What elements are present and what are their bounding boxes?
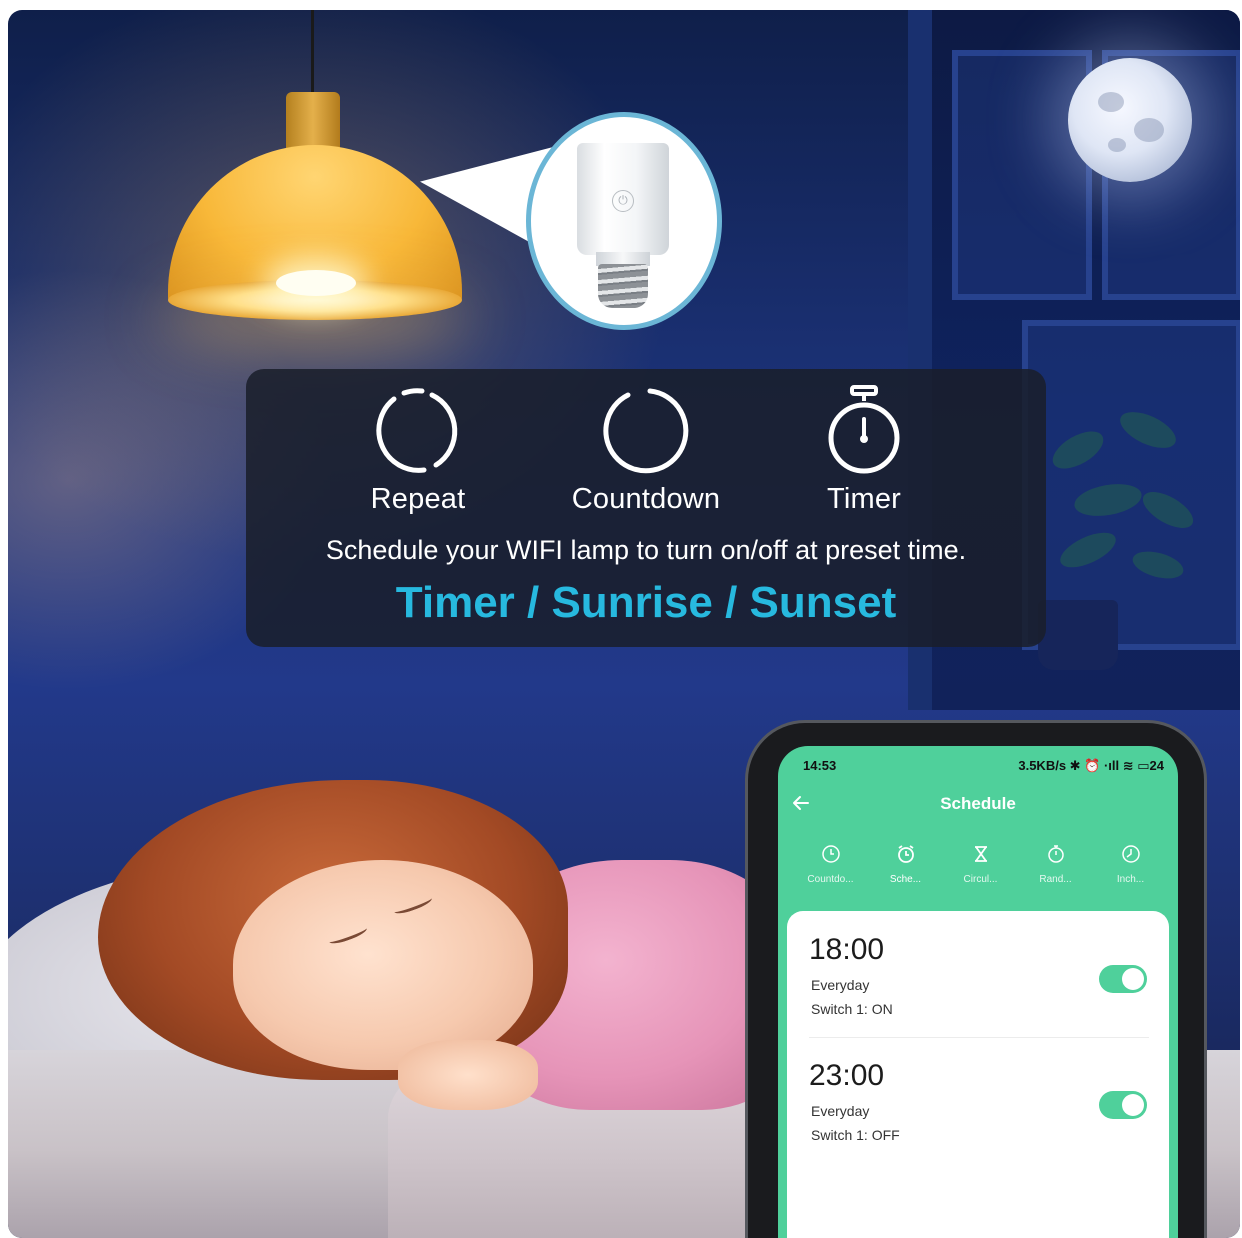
tab-random[interactable]: Rand... — [1018, 844, 1093, 885]
adapter-screw-base — [598, 264, 648, 308]
plant — [1052, 412, 1194, 579]
tab-countdown-label: Countdo... — [807, 874, 854, 885]
stopwatch-icon — [828, 385, 900, 474]
repeat-icon — [376, 388, 458, 473]
status-bar: 14:53 3.5KB/s ✱ ⏰ ·ıll ≋ ▭24 — [778, 746, 1178, 782]
tab-countdown[interactable]: Countdo... — [793, 844, 868, 885]
lamp-cord — [311, 10, 314, 96]
feature-repeat: Repeat — [318, 383, 518, 516]
schedule-list: 18:00 Everyday Switch 1: ON 23:00 Everyd… — [787, 911, 1169, 1238]
sleeping-girl-face — [233, 860, 533, 1070]
tab-circulate-label: Circul... — [963, 874, 998, 885]
window-pane — [952, 50, 1092, 300]
tab-schedule-label: Sche... — [889, 874, 922, 885]
schedule-action: Switch 1: ON — [811, 1001, 893, 1017]
tab-circulate[interactable]: Circul... — [943, 844, 1018, 885]
lamp-cap — [286, 92, 340, 152]
hourglass-icon — [974, 846, 987, 862]
schedule-toggle[interactable] — [1099, 1091, 1147, 1119]
schedule-toggle[interactable] — [1099, 965, 1147, 993]
stopwatch-icon — [1047, 845, 1064, 863]
panel-description: Schedule your WIFI lamp to turn on/off a… — [325, 535, 967, 565]
schedule-repeat: Everyday — [811, 1103, 870, 1119]
clock-icon — [821, 845, 840, 863]
moon — [1068, 58, 1192, 182]
plant-pot — [1038, 600, 1118, 670]
lamp-bulb — [276, 270, 356, 296]
tab-random-label: Rand... — [1039, 874, 1072, 885]
power-icon: ⏻ — [612, 190, 634, 212]
feature-repeat-label: Repeat — [370, 483, 466, 515]
panel-highlight: Timer / Sunrise / Sunset — [395, 578, 897, 627]
countdown-icon — [603, 388, 689, 474]
phone-screen: 14:53 3.5KB/s ✱ ⏰ ·ıll ≋ ▭24 Schedule Co… — [778, 746, 1178, 1238]
clock-icon — [1121, 845, 1140, 863]
tab-inching[interactable]: Inch... — [1093, 844, 1168, 885]
schedule-repeat: Everyday — [811, 977, 870, 993]
list-item[interactable]: 23:00 Everyday Switch 1: OFF — [787, 1037, 1169, 1157]
schedule-time: 23:00 — [809, 1059, 885, 1092]
toggle-knob — [1122, 1094, 1144, 1116]
app-title: Schedule — [940, 794, 1016, 813]
schedule-tabs: Countdo... Sche... Circul... Rand... Inc… — [778, 844, 1178, 900]
status-indicators: 3.5KB/s ✱ ⏰ ·ıll ≋ ▭24 — [1018, 758, 1164, 773]
feature-timer: Timer — [764, 383, 964, 516]
list-item[interactable]: 18:00 Everyday Switch 1: ON — [787, 911, 1169, 1038]
feature-timer-label: Timer — [826, 483, 902, 515]
alarm-icon — [897, 845, 914, 863]
tab-schedule[interactable]: Sche... — [868, 844, 943, 885]
schedule-time: 18:00 — [809, 933, 885, 966]
status-time: 14:53 — [803, 758, 837, 773]
tab-inching-label: Inch... — [1116, 874, 1145, 885]
feature-countdown: Countdown — [546, 383, 746, 516]
feature-countdown-label: Countdown — [571, 483, 721, 515]
schedule-action: Switch 1: OFF — [811, 1127, 900, 1143]
feature-panel: Repeat Countdown Timer Schedule your WIF… — [246, 369, 1046, 647]
toggle-knob — [1122, 968, 1144, 990]
app-header: Schedule — [778, 786, 1178, 820]
hand — [398, 1040, 538, 1110]
